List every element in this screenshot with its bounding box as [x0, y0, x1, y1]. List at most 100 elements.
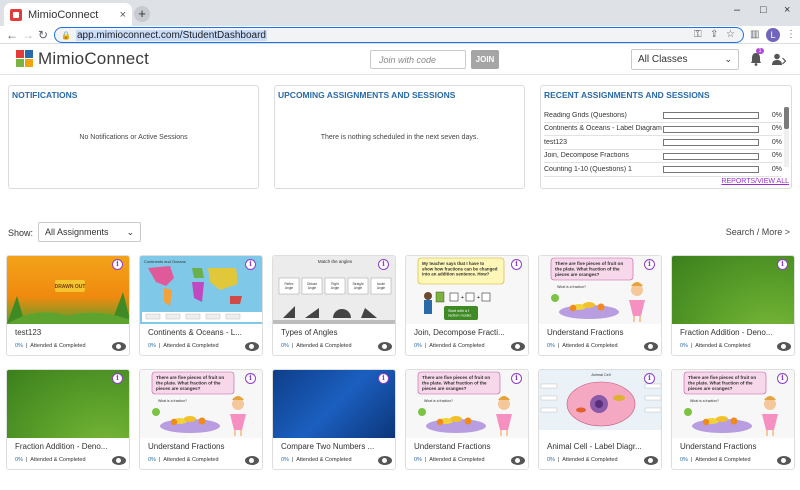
back-arrow-icon[interactable]: ←	[6, 28, 18, 42]
tab-close-icon[interactable]: ×	[120, 9, 126, 21]
assignment-card[interactable]: i Fraction Addition - Deno... 0% | Attende…	[6, 369, 130, 470]
assignment-card[interactable]: There are five pieces of fruit on the pla…	[405, 369, 529, 470]
eye-icon[interactable]	[511, 456, 525, 465]
eye-icon[interactable]	[644, 456, 658, 465]
eye-icon[interactable]	[644, 342, 658, 351]
card-stats: 0% | Attended & Completed	[414, 457, 485, 463]
assignment-card[interactable]: i Fraction Addition - Deno... 0% | Attende…	[671, 255, 795, 356]
address-bar[interactable]: 🔒 app.mimioconnect.com/StudentDashboard	[54, 27, 744, 43]
info-icon[interactable]: i	[112, 259, 123, 270]
recent-item-percent: 0%	[771, 125, 782, 133]
logo-text: MimioConnect	[38, 49, 150, 68]
join-button[interactable]: JOIN	[471, 50, 499, 69]
eye-icon[interactable]	[511, 342, 525, 351]
card-status: Attended & Completed	[562, 457, 618, 463]
recent-item-name: Counting 1-10 (Questions) 1	[544, 165, 632, 173]
info-icon[interactable]: i	[511, 373, 522, 384]
class-select[interactable]: All Classes ⌄	[631, 49, 739, 70]
eye-icon[interactable]	[112, 456, 126, 465]
card-title: Continents & Oceans - L...	[148, 328, 242, 337]
card-percent: 0%	[148, 457, 156, 463]
card-title: Understand Fractions	[680, 442, 757, 451]
sidepanel-icon[interactable]: ▥	[750, 29, 759, 40]
browser-tab[interactable]: MimioConnect ×	[4, 3, 132, 26]
info-icon[interactable]: i	[112, 373, 123, 384]
lock-icon: 🔒	[61, 30, 71, 40]
assignment-card[interactable]: i Compare Two Numbers ... 0% | Attended & …	[272, 369, 396, 470]
svg-text:Angle: Angle	[308, 286, 316, 290]
key-icon[interactable]: ⚿	[694, 29, 702, 40]
card-status: Attended & Completed	[163, 343, 219, 349]
profile-avatar[interactable]: L	[766, 28, 780, 42]
assignment-card[interactable]: Animal Cell i Animal Cell - Label Diagr...…	[538, 369, 662, 470]
notification-badge: 1	[756, 48, 764, 54]
browser-toolbar: ← → ↻ 🔒 app.mimioconnect.com/StudentDash…	[0, 26, 800, 44]
eye-icon[interactable]	[245, 456, 259, 465]
reports-view-all-link[interactable]: REPORTS/VIEW ALL	[721, 178, 789, 185]
assignment-card[interactable]: There are five pieces of fruit on the pla…	[538, 255, 662, 356]
info-icon[interactable]: i	[644, 259, 655, 270]
info-icon[interactable]: i	[378, 259, 389, 270]
eye-icon[interactable]	[245, 342, 259, 351]
scrollbar-thumb[interactable]	[784, 107, 789, 129]
info-icon[interactable]: i	[245, 259, 256, 270]
card-status: Attended & Completed	[30, 343, 86, 349]
card-stats: 0% | Attended & Completed	[148, 343, 219, 349]
info-icon[interactable]: i	[245, 373, 256, 384]
assignment-card[interactable]: DRAWN OUT i test123 0% | Attended & Complet…	[6, 255, 130, 356]
new-tab-button[interactable]: +	[134, 6, 150, 22]
mimioconnect-logo[interactable]: MimioConnect	[16, 49, 149, 69]
recent-item[interactable]: Join, Decompose Fractions 0%	[544, 150, 782, 163]
recent-item-progress-bar	[663, 166, 759, 173]
svg-text:DRAWN OUT: DRAWN OUT	[55, 284, 86, 290]
card-stats: 0% | Attended & Completed	[281, 457, 352, 463]
recent-item-percent: 0%	[771, 138, 782, 146]
forward-arrow-icon[interactable]: →	[22, 28, 34, 42]
assignment-card[interactable]: Match the angles Reflex Angle Obtuse Angle Ri…	[272, 255, 396, 356]
info-icon[interactable]: i	[777, 259, 788, 270]
card-percent: 0%	[15, 457, 23, 463]
recent-item[interactable]: Counting 1-10 (Questions) 1 0%	[544, 163, 782, 177]
recent-item[interactable]: Continents & Oceans - Label Diagram 0%	[544, 123, 782, 136]
kebab-menu-icon[interactable]: ⋮	[786, 29, 796, 40]
eye-icon[interactable]	[378, 456, 392, 465]
maximize-icon[interactable]: □	[760, 4, 767, 16]
eye-icon[interactable]	[378, 342, 392, 351]
browser-tab-title: MimioConnect	[28, 8, 99, 21]
card-stats: 0% | Attended & Completed	[680, 457, 751, 463]
address-url[interactable]: app.mimioconnect.com/StudentDashboard	[75, 29, 267, 41]
bell-icon[interactable]	[750, 52, 762, 66]
assignment-card[interactable]: There are five pieces of fruit on the pla…	[671, 369, 795, 470]
recent-item[interactable]: Reading Grids (Questions) 0%	[544, 109, 782, 123]
recent-item-name: Continents & Oceans - Label Diagram	[544, 125, 662, 133]
reload-icon[interactable]: ↻	[38, 28, 48, 42]
eye-icon[interactable]	[777, 342, 791, 351]
share-icon[interactable]: ⇪	[710, 29, 718, 40]
card-status: Attended & Completed	[429, 457, 485, 463]
svg-text:Match the angles: Match the angles	[318, 259, 353, 264]
assignment-card[interactable]: There are five pieces of fruit on the pla…	[139, 369, 263, 470]
card-status: Attended & Completed	[562, 343, 618, 349]
assignment-card[interactable]: Continents and Oceans i Continents & Ocean…	[139, 255, 263, 356]
info-icon[interactable]: i	[644, 373, 655, 384]
info-icon[interactable]: i	[511, 259, 522, 270]
recent-title: RECENT ASSIGNMENTS AND SESSIONS	[544, 90, 710, 100]
search-more-link[interactable]: Search / More >	[726, 227, 790, 237]
info-icon[interactable]: i	[378, 373, 389, 384]
show-select[interactable]: All Assignments ⌄	[38, 222, 141, 242]
window-close-icon[interactable]: ×	[784, 4, 790, 16]
assignment-card[interactable]: My teacher says that I have to show how f…	[405, 255, 529, 356]
card-stats: 0% | Attended & Completed	[547, 343, 618, 349]
join-code-input[interactable]	[370, 50, 466, 69]
card-stats: 0% | Attended & Completed	[547, 457, 618, 463]
recent-scrollbar[interactable]	[784, 107, 789, 167]
eye-icon[interactable]	[112, 342, 126, 351]
minimize-icon[interactable]: –	[734, 4, 740, 16]
info-icon[interactable]: i	[777, 373, 788, 384]
what-is-fraction-label: What is a fraction?	[690, 399, 719, 403]
user-settings-icon[interactable]	[772, 53, 786, 65]
bookmark-star-icon[interactable]: ☆	[726, 29, 735, 40]
eye-icon[interactable]	[777, 456, 791, 465]
svg-text:+: +	[477, 295, 480, 301]
recent-item[interactable]: test123 0%	[544, 136, 782, 150]
